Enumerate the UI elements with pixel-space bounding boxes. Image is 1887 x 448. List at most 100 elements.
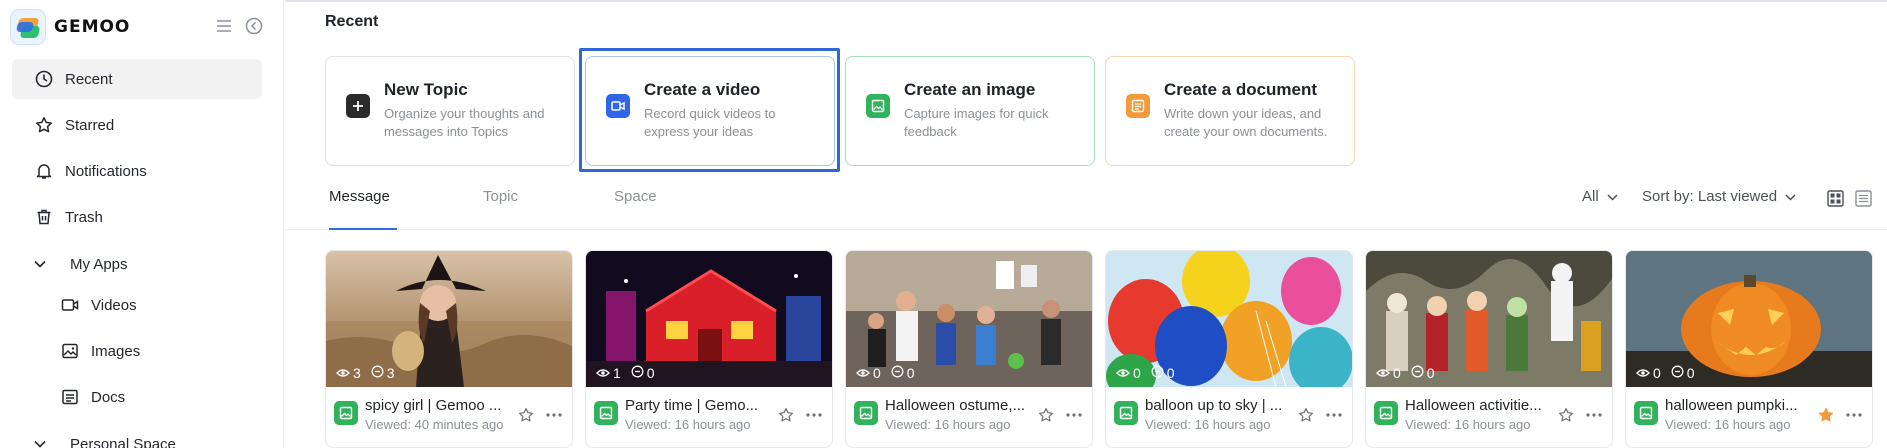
create-image-card[interactable]: Create an image Capture images for quick… (845, 56, 1095, 166)
more-icon[interactable] (1064, 405, 1084, 425)
sidebar-item-label: Notifications (65, 162, 147, 180)
plus-icon (346, 94, 370, 118)
message-card[interactable]: 0 0 balloon up to sky | ... Viewed: 16 h… (1105, 250, 1353, 448)
image-type-icon (1634, 401, 1658, 425)
thumbnail-stats: 0 0 (856, 365, 915, 381)
brand-name: GEMOO (54, 17, 131, 37)
message-card[interactable]: 3 3 spicy girl | Gemoo ... Viewed: 40 mi… (325, 250, 573, 448)
create-document-card[interactable]: Create a document Write down your ideas,… (1105, 56, 1355, 166)
tab-bar: Message Topic Space All Sort by: Last vi… (285, 180, 1887, 230)
my-apps-section[interactable]: My Apps (12, 248, 262, 280)
comment-icon (1151, 365, 1164, 381)
sidebar-item-docs[interactable]: Docs (12, 377, 262, 417)
brand[interactable]: GEMOO (10, 8, 130, 46)
section-label: Personal Space (70, 435, 176, 448)
sidebar-item-starred[interactable]: Starred (12, 105, 262, 145)
sidebar-item-trash[interactable]: Trash (12, 197, 262, 237)
clock-icon (34, 69, 54, 89)
video-icon (606, 94, 630, 118)
card-description: Capture images for quick feedback (904, 106, 1049, 139)
personal-space-section[interactable]: Personal Space (12, 428, 262, 448)
thumbnail-stats: 3 3 (336, 365, 395, 381)
video-icon (60, 295, 80, 315)
comment-icon (1671, 365, 1684, 381)
card-title: Create an image (904, 80, 1036, 99)
chevron-down-icon (34, 440, 50, 448)
thumbnail-stats: 1 0 (596, 365, 655, 381)
create-video-card[interactable]: Create a video Record quick videos to ex… (585, 56, 835, 166)
chevron-down-icon (1607, 188, 1618, 205)
top-divider (285, 0, 1887, 2)
message-card[interactable]: 0 0 halloween pumpki... Viewed: 16 hours… (1625, 250, 1873, 448)
grid-view-icon[interactable] (1825, 188, 1845, 208)
tab-active-indicator (329, 228, 397, 230)
doc-icon (1126, 94, 1150, 118)
image-icon (866, 94, 890, 118)
star-filled-icon[interactable] (1816, 405, 1836, 425)
sidebar-item-label: Starred (65, 116, 115, 134)
more-icon[interactable] (1844, 405, 1864, 425)
eye-icon (856, 365, 870, 381)
comment-count: 0 (1686, 365, 1695, 381)
view-count: 0 (1393, 365, 1401, 381)
star-icon[interactable] (1036, 405, 1056, 425)
tab-space[interactable]: Space (614, 188, 657, 205)
message-card[interactable]: 0 0 Halloween ostume,... Viewed: 16 hour… (845, 250, 1093, 448)
chevron-down-icon (1785, 188, 1796, 205)
sidebar-item-notifications[interactable]: Notifications (12, 151, 262, 191)
more-icon[interactable] (1584, 405, 1604, 425)
thumbnail-image: 3 3 (326, 251, 572, 387)
thumbnail-stats: 0 0 (1116, 365, 1175, 381)
card-title: Party time | Gemo... (625, 397, 759, 414)
view-count: 1 (613, 365, 621, 381)
sidebar-item-label: Videos (91, 296, 137, 314)
gemoo-logo (10, 9, 46, 45)
tab-message[interactable]: Message (329, 188, 390, 205)
more-icon[interactable] (804, 405, 824, 425)
sidebar-item-images[interactable]: Images (12, 331, 262, 371)
comment-icon (1411, 365, 1424, 381)
menu-icon[interactable] (214, 16, 234, 36)
message-card[interactable]: 1 0 Party time | Gemo... Viewed: 16 hour… (585, 250, 833, 448)
star-icon[interactable] (1296, 405, 1316, 425)
card-title: New Topic (384, 80, 468, 99)
trash-icon (34, 207, 54, 227)
card-title: spicy girl | Gemoo ... (365, 397, 502, 414)
list-view-icon[interactable] (1853, 188, 1873, 208)
card-title: Create a document (1164, 80, 1318, 99)
new-topic-card[interactable]: New Topic Organize your thoughts and mes… (325, 56, 575, 166)
comment-icon (371, 365, 384, 381)
card-title: Halloween ostume,... (885, 397, 1026, 414)
more-icon[interactable] (544, 405, 564, 425)
card-title: balloon up to sky | ... (1145, 397, 1283, 414)
sidebar-item-label: Trash (65, 208, 103, 226)
card-title: halloween pumpki... (1665, 397, 1798, 414)
card-description: Write down your ideas, and create your o… (1164, 106, 1328, 139)
sort-label: Sort by: Last viewed (1642, 188, 1778, 205)
section-label: My Apps (70, 255, 128, 273)
star-icon[interactable] (1556, 405, 1576, 425)
sidebar-item-videos[interactable]: Videos (12, 285, 262, 325)
collapse-icon[interactable] (244, 16, 264, 36)
more-icon[interactable] (1324, 405, 1344, 425)
image-type-icon (594, 401, 618, 425)
star-icon (34, 115, 54, 135)
message-card[interactable]: 0 0 Halloween activitie... Viewed: 16 ho… (1365, 250, 1613, 448)
card-description: Record quick videos to express your idea… (644, 106, 776, 139)
tab-topic[interactable]: Topic (483, 188, 518, 205)
main-content: Recent New Topic Organize your thoughts … (285, 0, 1887, 448)
all-filter-dropdown[interactable]: All (1582, 188, 1618, 205)
view-count: 3 (353, 365, 361, 381)
image-icon (60, 341, 80, 361)
comment-count: 0 (1426, 365, 1435, 381)
star-icon[interactable] (516, 405, 536, 425)
thumbnail-stats: 0 0 (1376, 365, 1435, 381)
comment-icon (891, 365, 904, 381)
sidebar-item-recent[interactable]: Recent (12, 59, 262, 99)
eye-icon (1636, 365, 1650, 381)
view-count: 0 (1133, 365, 1141, 381)
sort-dropdown[interactable]: Sort by: Last viewed (1642, 188, 1796, 205)
chevron-down-icon (34, 260, 50, 268)
star-icon[interactable] (776, 405, 796, 425)
thumbnail-image: 0 0 (1366, 251, 1612, 387)
